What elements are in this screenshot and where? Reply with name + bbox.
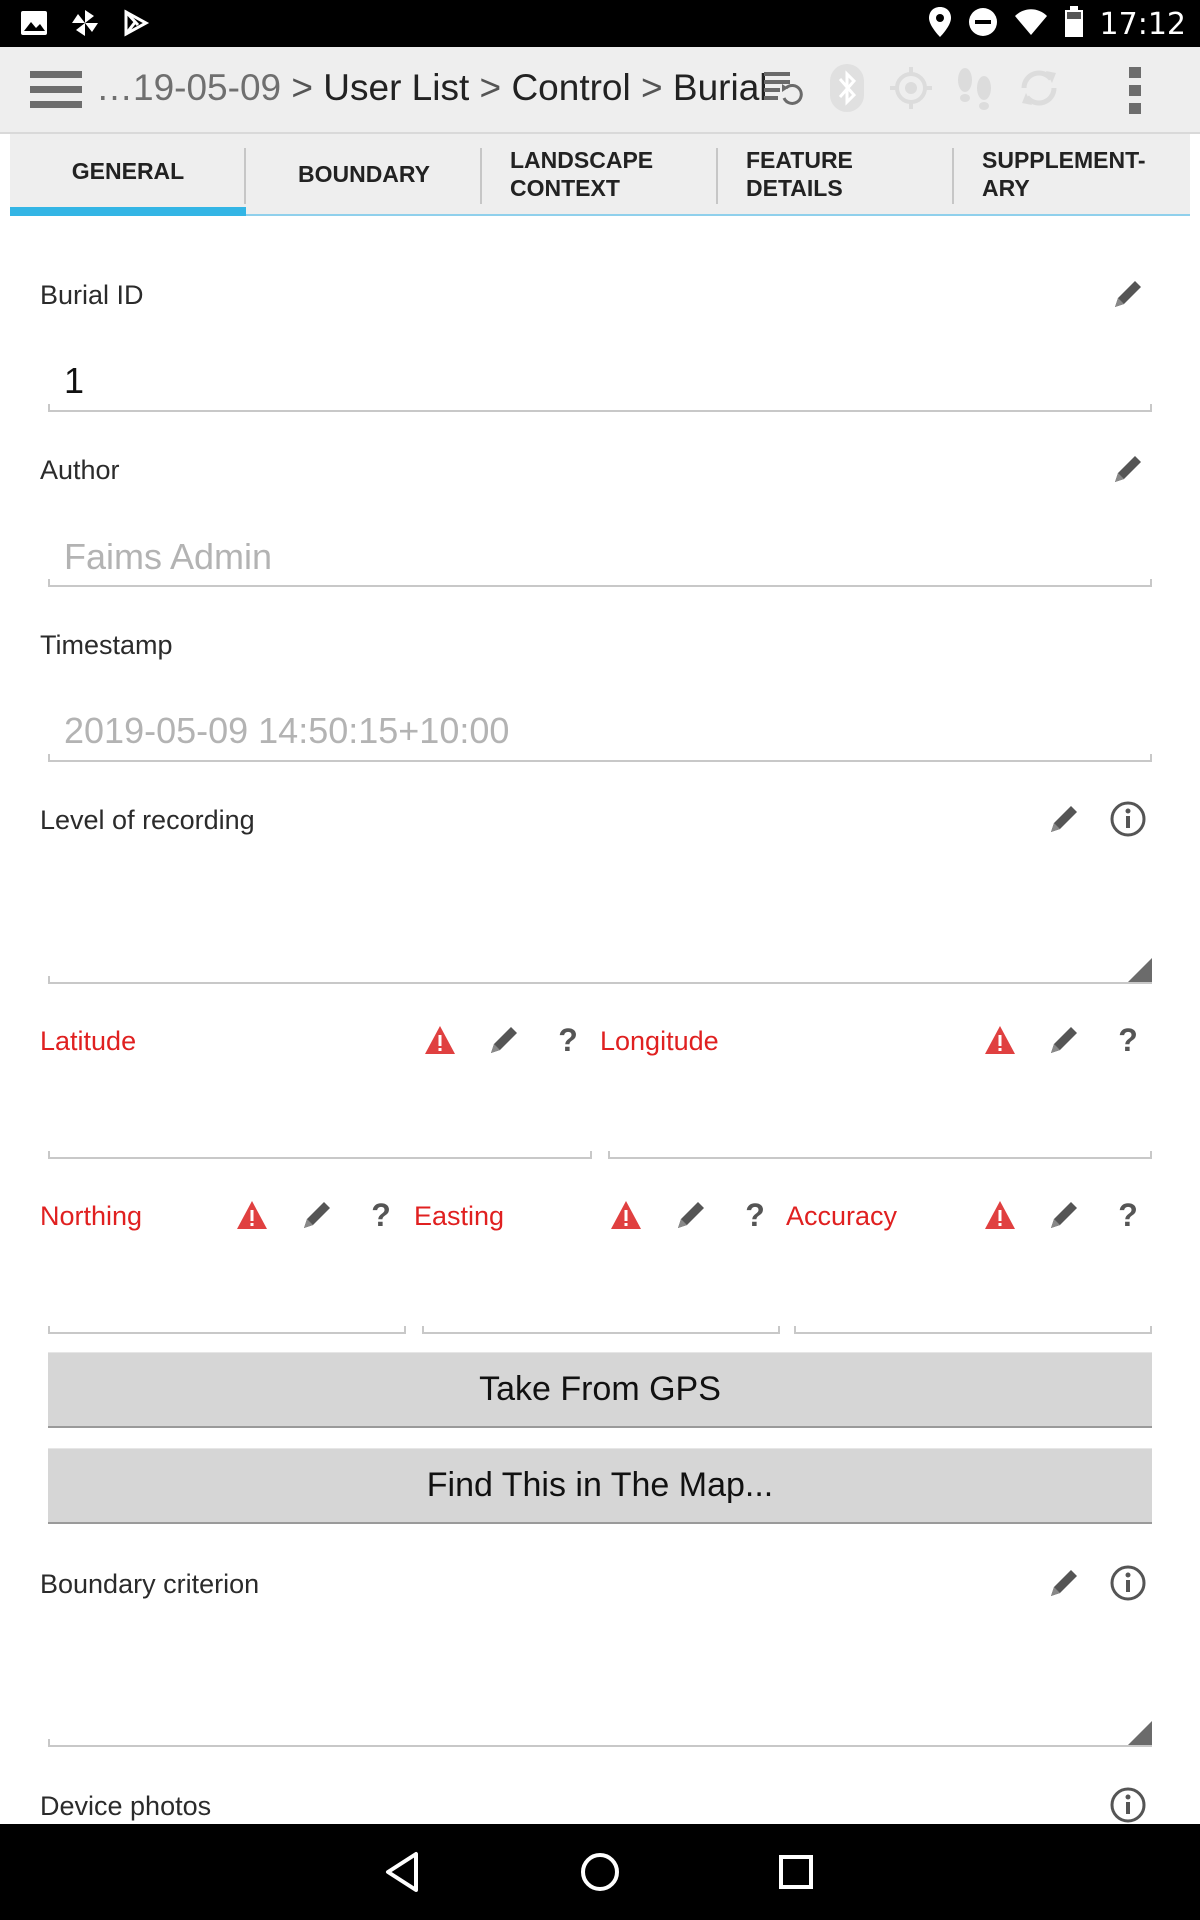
status-bar: 17:12	[0, 0, 1200, 47]
take-from-gps-button[interactable]: Take From GPS	[48, 1352, 1152, 1428]
battery-icon	[1064, 6, 1084, 43]
tab-feature-details[interactable]: FEATURE DETAILS	[718, 134, 954, 216]
tab-label: BOUNDARY	[297, 161, 431, 187]
accuracy-underline	[794, 1326, 1152, 1334]
burial-id-label: Burial ID	[40, 280, 144, 310]
breadcrumb: …19-05-09 > User List > Control > Burial	[96, 67, 768, 109]
pencil-icon[interactable]	[1044, 1020, 1084, 1060]
breadcrumb-separator: >	[291, 67, 313, 108]
easting-underline	[422, 1326, 780, 1334]
pencil-icon[interactable]	[484, 1020, 524, 1060]
wifi-icon	[1014, 8, 1048, 41]
tab-label: LANDSCAPE CONTEXT	[510, 147, 654, 201]
device-photos-label: Device photos	[40, 1791, 212, 1821]
help-icon[interactable]: ?	[366, 1197, 396, 1234]
gps-target-icon[interactable]	[888, 65, 934, 111]
author-label: Author	[40, 455, 120, 485]
sync-icon[interactable]	[1016, 65, 1062, 111]
bluetooth-icon[interactable]	[824, 64, 870, 112]
back-icon[interactable]	[376, 1844, 432, 1900]
level-of-recording-label: Level of recording	[40, 805, 255, 835]
breadcrumb-truncated[interactable]: …19-05-09	[96, 67, 281, 108]
burial-id-input[interactable]: 1	[64, 360, 84, 402]
tab-label: FEATURE DETAILS	[746, 147, 853, 201]
timestamp-label: Timestamp	[40, 630, 173, 660]
latitude-underline	[48, 1151, 592, 1159]
info-icon[interactable]	[1108, 1785, 1148, 1825]
timestamp-input[interactable]: 2019-05-09 14:50:15+10:00	[64, 710, 509, 752]
help-icon[interactable]: ?	[1113, 1022, 1143, 1059]
find-in-map-button[interactable]: Find This in The Map...	[48, 1448, 1152, 1524]
action-bar: …19-05-09 > User List > Control > Burial	[0, 47, 1200, 134]
pencil-icon[interactable]	[1108, 449, 1148, 489]
pencil-icon[interactable]	[1044, 799, 1084, 839]
pencil-icon[interactable]	[1108, 274, 1148, 314]
breadcrumb-separator: >	[641, 67, 663, 108]
longitude-label: Longitude	[600, 1026, 719, 1056]
boundary-criterion-underline	[48, 1739, 1152, 1747]
warning-icon	[420, 1020, 460, 1060]
help-icon[interactable]: ?	[740, 1197, 770, 1234]
pencil-icon[interactable]	[297, 1195, 337, 1235]
tab-label: SUPPLEMENT-ARY	[982, 147, 1146, 201]
warning-icon	[980, 1020, 1020, 1060]
boundary-criterion-label: Boundary criterion	[40, 1569, 260, 1599]
tracking-footsteps-icon[interactable]	[952, 65, 998, 111]
pencil-icon[interactable]	[671, 1195, 711, 1235]
author-underline	[48, 579, 1152, 587]
burial-id-underline	[48, 404, 1152, 412]
navigation-bar	[0, 1824, 1200, 1920]
resize-handle-icon[interactable]	[1128, 1721, 1152, 1745]
breadcrumb-item-user-list[interactable]: User List	[323, 67, 469, 108]
do-not-disturb-icon	[968, 7, 998, 42]
image-icon	[20, 10, 48, 41]
tab-label: GENERAL	[71, 157, 185, 184]
overflow-menu-icon[interactable]	[1118, 65, 1152, 117]
pencil-icon[interactable]	[1044, 1195, 1084, 1235]
tab-general[interactable]: GENERAL	[10, 134, 246, 216]
location-icon	[928, 6, 952, 43]
latitude-label: Latitude	[40, 1026, 137, 1056]
easting-label: Easting	[414, 1201, 505, 1231]
tab-supplementary[interactable]: SUPPLEMENT-ARY	[954, 134, 1190, 216]
tab-bar: GENERAL BOUNDARY LANDSCAPE CONTEXT FEATU…	[10, 134, 1190, 216]
tab-boundary[interactable]: BOUNDARY	[246, 134, 482, 216]
author-input[interactable]: Faims Admin	[64, 536, 272, 578]
recents-icon[interactable]	[768, 1844, 824, 1900]
warning-icon	[232, 1195, 272, 1235]
sync-list-icon[interactable]	[760, 65, 806, 111]
resize-handle-icon[interactable]	[1128, 958, 1152, 982]
timestamp-underline	[48, 754, 1152, 762]
breadcrumb-item-control[interactable]: Control	[511, 67, 630, 108]
breadcrumb-separator: >	[479, 67, 502, 108]
northing-label: Northing	[40, 1201, 143, 1231]
warning-icon	[980, 1195, 1020, 1235]
help-icon[interactable]: ?	[1113, 1197, 1143, 1234]
northing-underline	[48, 1326, 406, 1334]
level-of-recording-underline	[48, 976, 1152, 984]
help-icon[interactable]: ?	[553, 1022, 583, 1059]
hamburger-menu-icon[interactable]	[30, 69, 82, 111]
form-content: Burial ID 1 Author Faims Admin Timestamp…	[10, 216, 1190, 1824]
pinwheel-icon	[70, 8, 100, 43]
accuracy-label: Accuracy	[786, 1201, 898, 1231]
longitude-underline	[608, 1151, 1152, 1159]
breadcrumb-item-burial: Burial	[672, 67, 768, 108]
info-icon[interactable]	[1108, 799, 1148, 839]
pencil-icon[interactable]	[1044, 1563, 1084, 1603]
warning-icon	[606, 1195, 646, 1235]
clock: 17:12	[1099, 7, 1186, 42]
home-icon[interactable]	[572, 1844, 628, 1900]
info-icon[interactable]	[1108, 1563, 1148, 1603]
play-store-icon	[122, 9, 150, 42]
tab-landscape-context[interactable]: LANDSCAPE CONTEXT	[482, 134, 718, 216]
